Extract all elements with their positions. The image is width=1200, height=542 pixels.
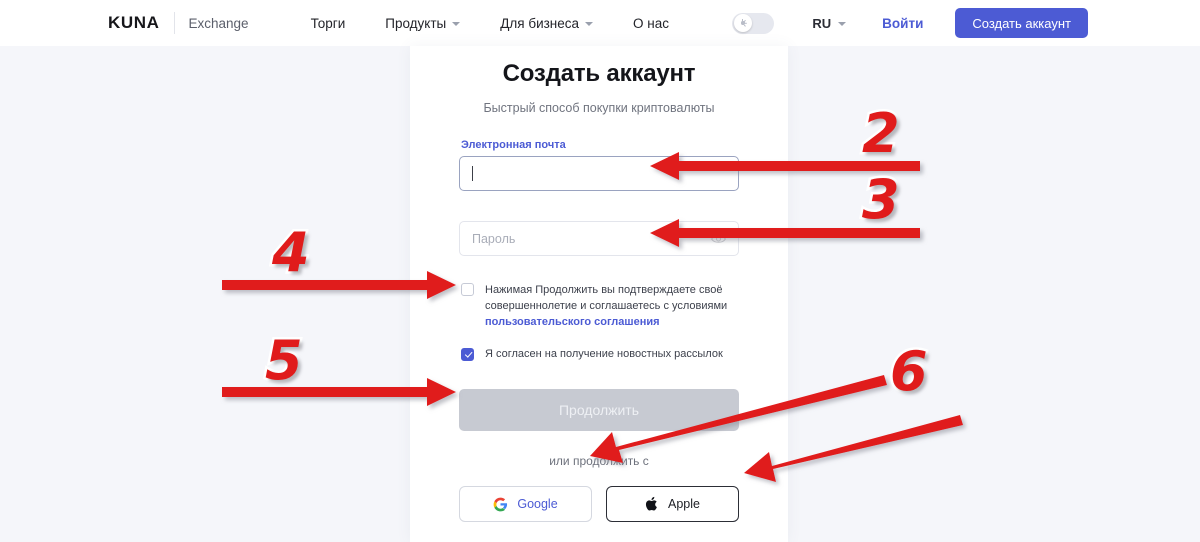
logo-subtitle: Exchange: [188, 15, 249, 31]
main-navigation: Торги Продукты Для бизнеса О нас: [311, 16, 669, 31]
chevron-down-icon: [838, 22, 847, 26]
page-root: KUNA Exchange Торги Продукты Для бизнеса…: [0, 0, 1200, 542]
terms-row: Нажимая Продолжить вы подтверждаете своё…: [461, 282, 751, 330]
nav-label: О нас: [633, 15, 669, 31]
social-login-buttons: Google Apple: [459, 486, 739, 522]
google-login-button[interactable]: Google: [459, 486, 592, 522]
page-subtitle: Быстрый способ покупки криптовалюты: [483, 101, 715, 115]
email-input[interactable]: [459, 156, 739, 191]
theme-toggle[interactable]: [732, 12, 775, 34]
chevron-down-icon: [452, 22, 461, 26]
submit-button[interactable]: Продолжить: [459, 389, 739, 431]
terms-checkbox[interactable]: [461, 283, 474, 296]
header-actions: RU Войти Создать аккаунт: [732, 0, 1200, 46]
annotation-number-4: 4: [270, 221, 313, 284]
terms-text: Нажимая Продолжить вы подтверждаете своё…: [485, 282, 751, 330]
nav-label: Продукты: [385, 15, 447, 31]
newsletter-row: Я согласен на получение новостных рассыл…: [461, 346, 751, 362]
page-title: Создать аккаунт: [502, 60, 696, 87]
email-label: Электронная почта: [461, 139, 566, 151]
language-label: RU: [812, 15, 832, 31]
brand-logo[interactable]: KUNA Exchange: [108, 12, 249, 34]
newsletter-checkbox[interactable]: [461, 348, 474, 361]
nav-item-trading[interactable]: Торги: [311, 16, 346, 31]
newsletter-text: Я согласен на получение новостных рассыл…: [485, 348, 723, 360]
google-icon: [493, 497, 508, 511]
nav-item-about[interactable]: О нас: [633, 16, 669, 31]
nav-item-products[interactable]: Продукты: [385, 15, 461, 31]
google-label: Google: [517, 497, 558, 511]
text-cursor: [472, 166, 473, 181]
logo-text: KUNA: [108, 13, 160, 32]
header-create-account-button[interactable]: Создать аккаунт: [955, 8, 1088, 38]
header-login-link[interactable]: Войти: [882, 16, 923, 31]
nav-label: Для бизнеса: [500, 15, 580, 31]
site-header: KUNA Exchange Торги Продукты Для бизнеса…: [0, 0, 1200, 46]
password-placeholder: Пароль: [472, 231, 516, 246]
apple-icon: [645, 496, 657, 511]
annotation-number-2: 2: [860, 102, 903, 165]
chevron-down-icon: [585, 22, 594, 26]
apple-login-button[interactable]: Apple: [606, 486, 739, 522]
user-agreement-link[interactable]: пользовательского соглашения: [485, 316, 660, 328]
signup-card: Создать аккаунт Быстрый способ покупки к…: [410, 46, 788, 542]
toggle-knob: [733, 14, 752, 32]
password-input[interactable]: Пароль: [459, 221, 739, 256]
terms-description: Нажимая Продолжить вы подтверждаете своё…: [485, 284, 728, 312]
annotation-number-5: 5: [263, 329, 306, 392]
eye-icon[interactable]: [711, 233, 726, 245]
or-divider-text: или продолжить с: [549, 454, 649, 468]
sun-icon: [739, 18, 748, 27]
logo-divider: [173, 12, 175, 34]
annotation-number-3: 3: [860, 168, 903, 231]
apple-label: Apple: [668, 497, 700, 511]
language-selector[interactable]: RU: [812, 15, 847, 31]
nav-item-business[interactable]: Для бизнеса: [500, 15, 594, 31]
annotation-number-6: 6: [888, 340, 931, 403]
nav-label: Торги: [310, 15, 346, 31]
